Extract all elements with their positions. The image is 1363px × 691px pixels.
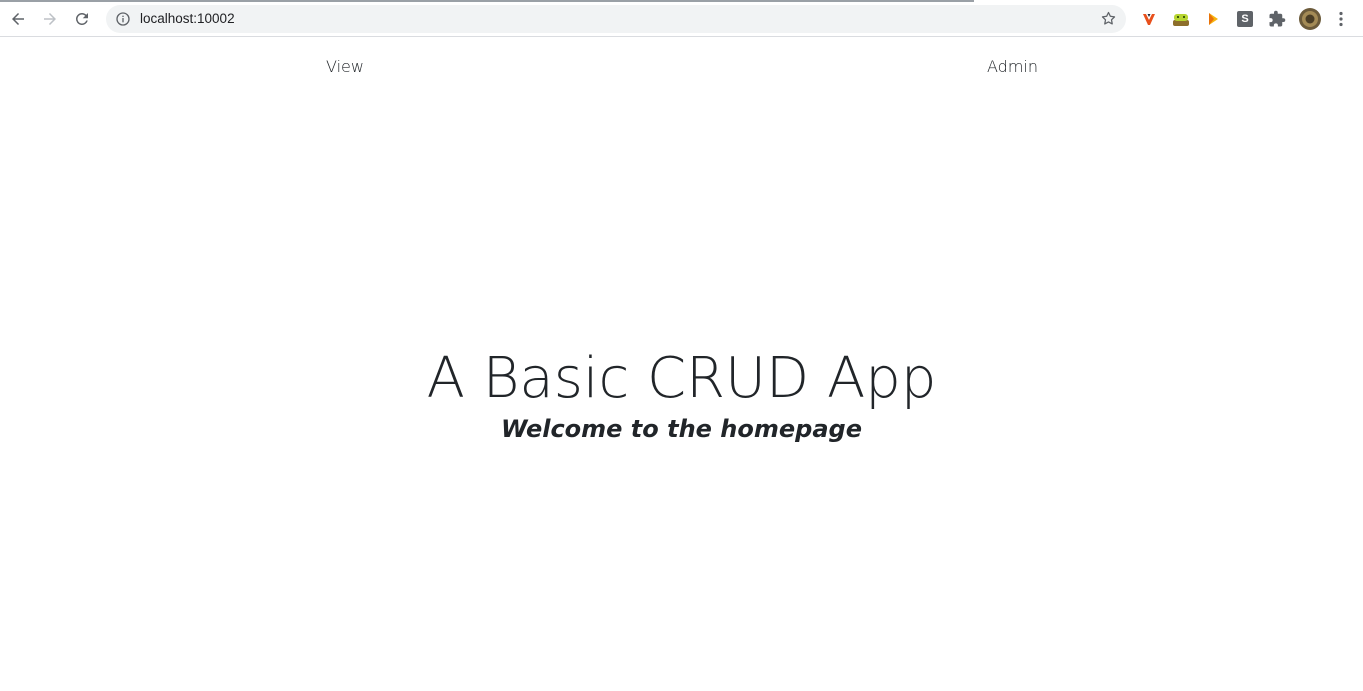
extension-play-icon[interactable] xyxy=(1203,9,1223,29)
url-text[interactable]: localhost:10002 xyxy=(140,11,235,27)
extension-s-letter: S xyxy=(1241,13,1249,25)
star-icon[interactable] xyxy=(1100,10,1117,27)
extension-v-icon[interactable] xyxy=(1139,9,1159,29)
forward-arrow-icon xyxy=(44,13,56,25)
profile-avatar[interactable] xyxy=(1298,7,1321,30)
puzzle-icon[interactable] xyxy=(1267,9,1287,29)
back-button[interactable] xyxy=(5,6,31,32)
browser-toolbar: localhost:10002 S xyxy=(0,0,1363,37)
info-icon[interactable] xyxy=(115,11,131,27)
reload-icon xyxy=(75,12,88,25)
page-loading-bar xyxy=(0,0,974,2)
page-subtitle: Welcome to the homepage xyxy=(501,415,862,443)
extension-s-icon[interactable]: S xyxy=(1235,9,1255,29)
page-title: A Basic CRUD App xyxy=(426,346,937,411)
kebab-menu-icon[interactable] xyxy=(1331,9,1351,29)
nav-link-view[interactable]: View xyxy=(326,57,364,76)
nav-link-admin[interactable]: Admin xyxy=(987,57,1038,76)
forward-button[interactable] xyxy=(37,6,63,32)
address-bar[interactable]: localhost:10002 xyxy=(106,5,1126,33)
page-content: View Admin A Basic CRUD App Welcome to t… xyxy=(0,37,1363,691)
extension-plant-icon[interactable] xyxy=(1171,9,1191,29)
back-arrow-icon xyxy=(12,13,24,25)
reload-button[interactable] xyxy=(69,6,95,32)
